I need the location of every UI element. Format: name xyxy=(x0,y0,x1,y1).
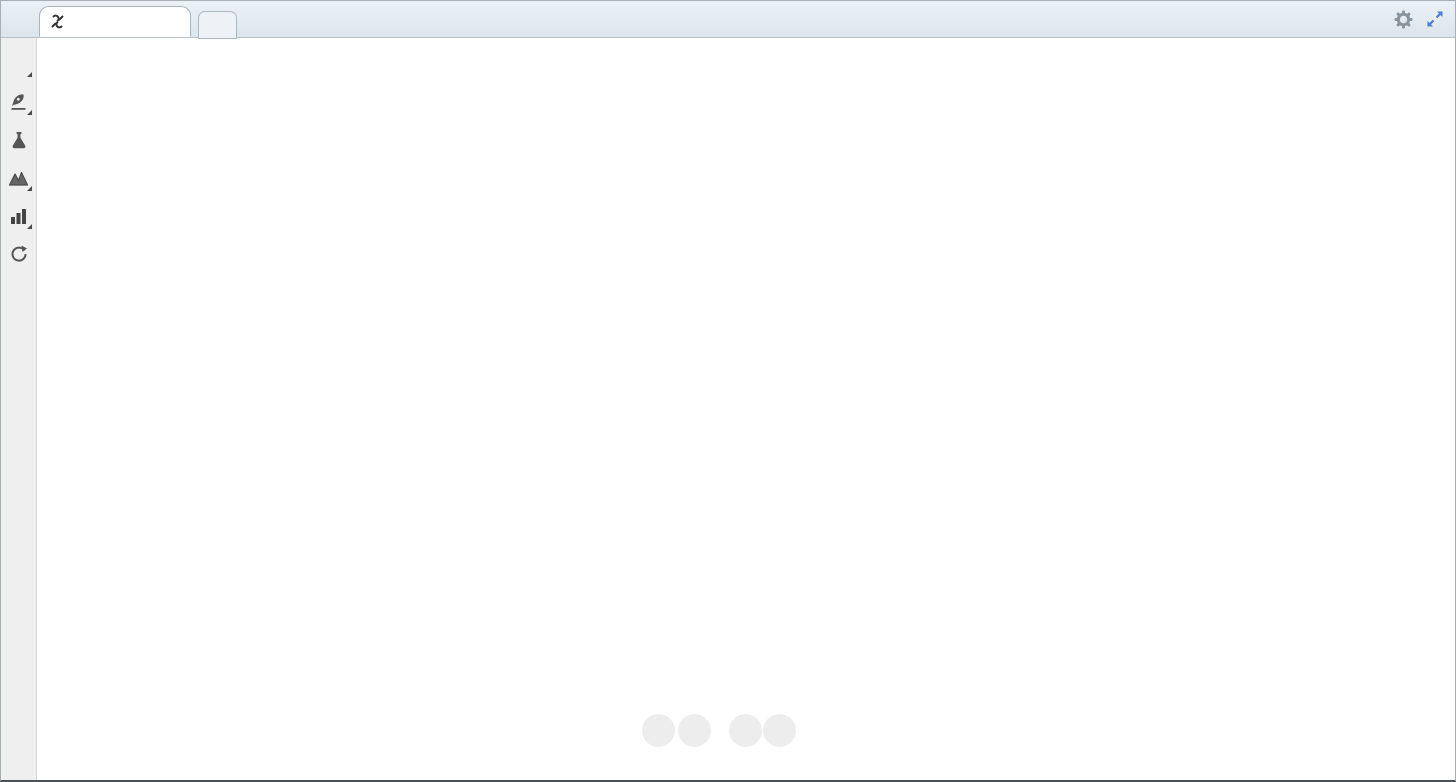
bar-chart-icon xyxy=(9,207,28,225)
draw-tools-button[interactable] xyxy=(5,87,33,117)
refresh-button[interactable] xyxy=(5,239,33,269)
tab-qubt[interactable] xyxy=(39,6,191,37)
toolbar-sidebar xyxy=(1,37,37,780)
pen-icon xyxy=(9,92,29,112)
gear-icon[interactable] xyxy=(1394,10,1413,29)
mountain-chart-icon xyxy=(8,168,29,188)
dropdown-corner-icon xyxy=(26,186,32,191)
dropdown-corner-icon xyxy=(26,224,32,229)
flask-icon xyxy=(9,130,29,150)
chart-window xyxy=(0,0,1456,782)
dropdown-corner-icon xyxy=(26,110,32,115)
new-tab-button[interactable] xyxy=(198,11,237,39)
indicators-button[interactable] xyxy=(5,125,33,155)
dropdown-corner-icon xyxy=(26,72,32,77)
timeframe-day-button[interactable] xyxy=(5,49,33,79)
refresh-icon xyxy=(9,244,29,264)
chart-style-button[interactable] xyxy=(5,163,33,193)
volume-toggle-button[interactable] xyxy=(5,201,33,231)
tab-bar xyxy=(1,1,1455,39)
price-chart-svg xyxy=(1,1,1456,782)
unlink-icon xyxy=(49,13,66,30)
quote-bar xyxy=(39,38,1395,61)
expand-icon[interactable] xyxy=(1425,9,1445,29)
